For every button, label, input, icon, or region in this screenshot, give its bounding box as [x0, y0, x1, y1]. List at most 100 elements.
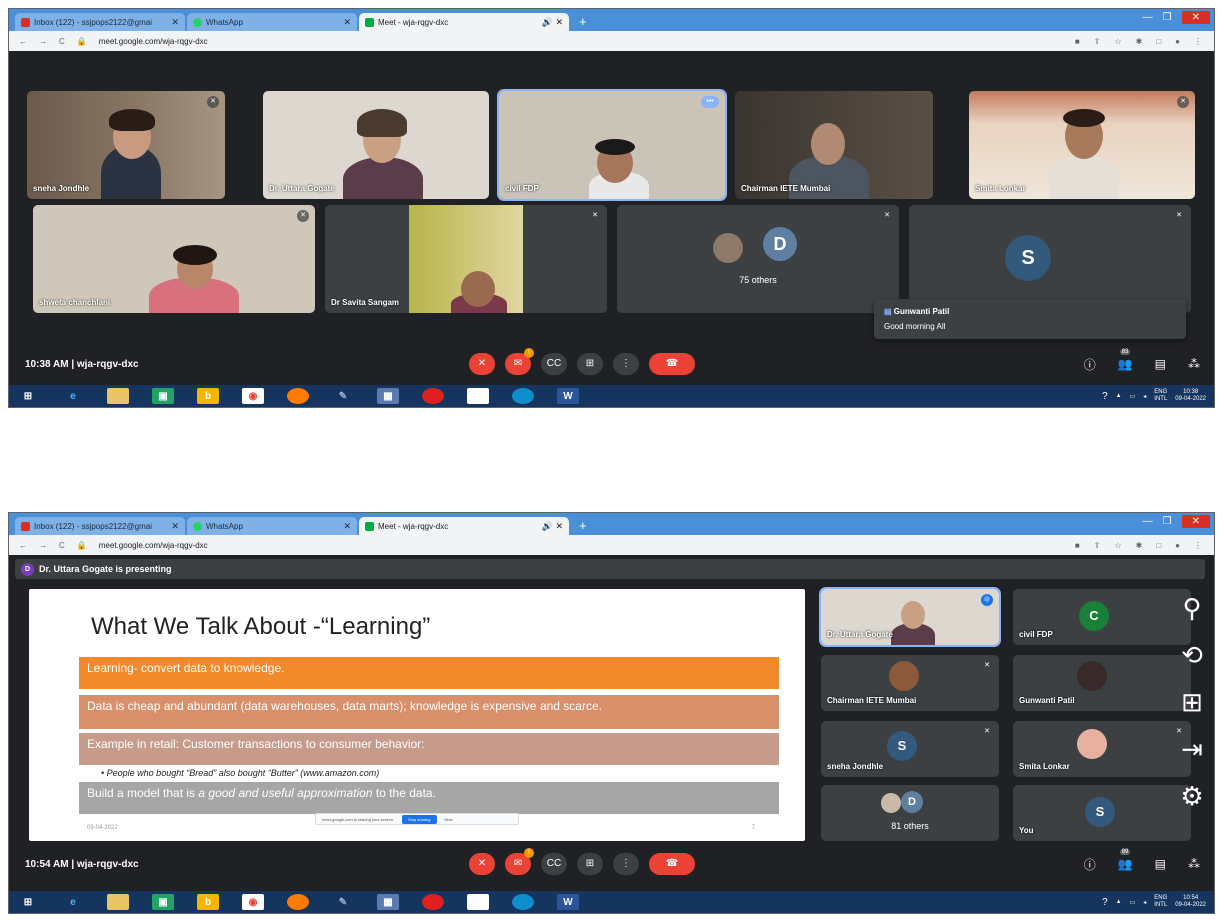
stop-sharing-button[interactable]: Stop sharing	[402, 814, 437, 824]
forward-icon[interactable]: →	[39, 37, 47, 46]
gear-icon[interactable]: ⚙	[1180, 781, 1203, 812]
url-text[interactable]: meet.google.com/wja-rqgv-dxc	[99, 37, 208, 46]
leave-call-button[interactable]: ☎	[649, 353, 695, 375]
word-icon[interactable]: W	[557, 894, 579, 910]
close-window-icon[interactable]: ✕	[1181, 11, 1210, 24]
participant-tile[interactable]: Chairman IETE Mumbai	[735, 91, 933, 199]
people-icon[interactable]: 👥 83	[1118, 349, 1133, 371]
participant-tile[interactable]: C civil FDP	[1013, 589, 1191, 645]
store-icon[interactable]: ▣	[152, 388, 174, 404]
info-icon[interactable]: ⓘ	[1084, 356, 1096, 373]
url-text[interactable]: meet.google.com/wja-rqgv-dxc	[99, 541, 208, 550]
participant-tile[interactable]: Dr. Uttara Gogate	[263, 91, 489, 199]
close-icon[interactable]: 🔊 ✕	[542, 17, 563, 28]
firefox-icon[interactable]	[287, 388, 309, 404]
forward-icon[interactable]: →	[39, 541, 47, 550]
hide-button[interactable]: Hide	[445, 817, 453, 822]
tray-arrow-icon[interactable]: ▲	[1116, 393, 1122, 399]
close-icon[interactable]: ✕	[343, 521, 351, 532]
tab-whatsapp[interactable]: WhatsApp ✕	[187, 13, 357, 31]
chat-icon[interactable]: ▤	[1155, 857, 1166, 871]
chrome-icon[interactable]: ◉	[242, 388, 264, 404]
window-icon[interactable]: □	[1156, 541, 1161, 550]
bing-icon[interactable]: b	[197, 388, 219, 404]
back-icon[interactable]: ←	[19, 37, 27, 46]
tab-gmail[interactable]: Inbox (122) - ssjpops2122@gmai ✕	[15, 13, 185, 31]
window-icon[interactable]: □	[1156, 37, 1161, 46]
bing-icon[interactable]: b	[197, 894, 219, 910]
participant-tile[interactable]: ••• civil FDP	[497, 89, 727, 201]
volume-icon[interactable]: ◂	[1143, 393, 1146, 400]
profile-avatar[interactable]: ●	[1175, 37, 1180, 46]
minimize-icon[interactable]: —	[1143, 12, 1153, 23]
participant-tile[interactable]: S ✕	[909, 205, 1191, 313]
help-icon[interactable]: ?	[1102, 897, 1108, 908]
magnifier-icon[interactable]: ⚲	[1182, 593, 1201, 624]
volume-icon[interactable]: ◂	[1143, 899, 1146, 906]
network-icon[interactable]: ▭	[1130, 393, 1136, 400]
new-tab-button[interactable]: +	[579, 13, 587, 31]
others-tile[interactable]: D 75 others ✕	[617, 205, 899, 313]
clock[interactable]: 10:38 09-04-2022	[1175, 389, 1206, 403]
participant-tile[interactable]: ı|ı Dr. Uttara Gogate	[819, 587, 1001, 647]
windows-start-icon[interactable]: ⊞	[17, 894, 39, 910]
menu-icon[interactable]: ⋮	[1194, 541, 1202, 550]
firefox-icon[interactable]	[287, 894, 309, 910]
close-icon[interactable]: 🔊 ✕	[542, 521, 563, 532]
chat-notification[interactable]: ▤ Gunwanti Patil Good morning All	[874, 299, 1186, 339]
opera-icon[interactable]	[422, 894, 444, 910]
tray-arrow-icon[interactable]: ▲	[1116, 899, 1122, 905]
participant-tile[interactable]: ✕ shweta chanchlani	[33, 205, 315, 313]
star-icon[interactable]: ☆	[1114, 541, 1121, 550]
info-icon[interactable]: ⓘ	[1084, 856, 1096, 873]
people-icon[interactable]: 👥 89	[1118, 849, 1133, 871]
close-window-icon[interactable]: ✕	[1181, 515, 1210, 528]
share-icon[interactable]: ⇪	[1094, 37, 1101, 46]
reload-icon[interactable]: C	[59, 37, 65, 46]
clock[interactable]: 10:54 09-04-2022	[1175, 895, 1206, 909]
app-icon[interactable]: ✎	[332, 894, 354, 910]
participant-tile[interactable]: ✕ sneha Jondhle	[27, 91, 225, 199]
chat-icon[interactable]: ▤	[1155, 357, 1166, 371]
app-icon[interactable]: ✎	[332, 388, 354, 404]
participant-tile[interactable]: ✕ Smita Lonkar	[969, 91, 1195, 199]
minimize-icon[interactable]: —	[1143, 516, 1153, 527]
captions-button[interactable]: CC	[541, 353, 567, 375]
menu-icon[interactable]: ⋮	[1194, 37, 1202, 46]
self-tile[interactable]: S You	[1013, 785, 1191, 841]
help-icon[interactable]: ?	[1102, 391, 1108, 402]
rotate-icon[interactable]: ⟲	[1181, 640, 1203, 671]
close-icon[interactable]: ✕	[343, 17, 351, 28]
camera-icon[interactable]: ■	[1075, 541, 1080, 550]
present-button[interactable]: ⊞	[577, 353, 603, 375]
participant-tile[interactable]: ✕ Chairman IETE Mumbai	[821, 655, 999, 711]
star-icon[interactable]: ☆	[1114, 37, 1121, 46]
windows-icon[interactable]: ⊞	[1181, 687, 1203, 718]
tab-gmail[interactable]: Inbox (122) - ssjpops2122@gmai ✕	[15, 517, 185, 535]
edge-icon[interactable]	[512, 894, 534, 910]
store-icon[interactable]: ▣	[152, 894, 174, 910]
app-icon[interactable]: ▦	[377, 388, 399, 404]
mic-toggle-button[interactable]: ✕	[469, 353, 495, 375]
opera-icon[interactable]	[422, 388, 444, 404]
language-indicator[interactable]: ENG INTL	[1154, 389, 1167, 403]
close-icon[interactable]: ✕	[171, 17, 179, 28]
folder-icon[interactable]	[107, 388, 129, 404]
activities-icon[interactable]: ⁂	[1188, 357, 1200, 371]
notepad-icon[interactable]	[467, 388, 489, 404]
app-icon[interactable]: ▦	[377, 894, 399, 910]
tab-meet[interactable]: Meet - wja-rqgv-dxc 🔊 ✕	[359, 517, 569, 535]
camera-icon[interactable]: ■	[1075, 37, 1080, 46]
edge-icon[interactable]	[512, 388, 534, 404]
network-icon[interactable]: ▭	[1130, 899, 1136, 906]
activities-icon[interactable]: ⁂	[1188, 857, 1200, 871]
maximize-icon[interactable]: ❐	[1163, 12, 1172, 23]
participant-tile[interactable]: S ✕ sneha Jondhle	[821, 721, 999, 777]
more-options-button[interactable]: ⋮	[613, 853, 639, 875]
back-icon[interactable]: ←	[19, 541, 27, 550]
participant-tile[interactable]: Gunwanti Patil	[1013, 655, 1191, 711]
camera-toggle-button[interactable]: ✉!	[505, 348, 534, 375]
mic-toggle-button[interactable]: ✕	[469, 853, 495, 875]
profile-avatar[interactable]: ●	[1175, 541, 1180, 550]
ie-icon[interactable]: e	[62, 388, 84, 404]
